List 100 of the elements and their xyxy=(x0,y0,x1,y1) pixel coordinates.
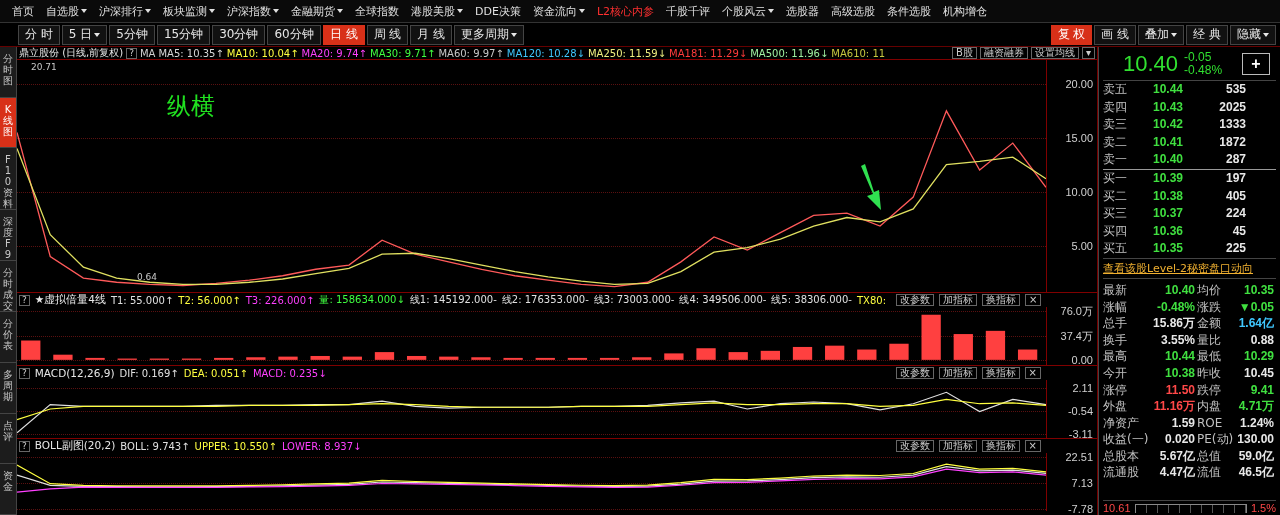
volume-bar xyxy=(792,346,813,360)
caret-icon xyxy=(511,32,518,37)
indicator-title: ★虚拟倍量4线 xyxy=(34,293,106,307)
indicator-button[interactable]: 加指标 xyxy=(938,440,977,452)
bid-label: 买五 xyxy=(1103,240,1128,258)
chart-header-button[interactable]: B股 xyxy=(952,47,977,59)
menu-item[interactable]: 机构增仓 xyxy=(943,3,988,19)
ma-label: MA xyxy=(139,47,156,59)
indicator-button[interactable]: 换指标 xyxy=(981,367,1020,379)
ma-value: MA60: 9.97↑ xyxy=(438,47,504,59)
axis-label: 2.11 xyxy=(1072,381,1093,394)
stat-value: 3.55% xyxy=(1159,331,1196,349)
volume-bar xyxy=(889,343,909,360)
menu-item[interactable]: 沪深指数 xyxy=(227,3,279,19)
stat-label: 今开 xyxy=(1103,364,1128,382)
caret-icon xyxy=(273,9,279,13)
caret-icon xyxy=(1263,32,1269,37)
menu-item[interactable]: 条件选股 xyxy=(887,3,932,19)
volume-bar xyxy=(439,356,459,360)
indicator-value: LOWER: 8.937↓ xyxy=(281,440,362,452)
period-tab[interactable]: 更多周期 xyxy=(454,24,525,45)
chart-tool-button[interactable]: 叠加 xyxy=(1138,24,1185,45)
help-button[interactable]: ? xyxy=(19,367,30,379)
chart-tool-button[interactable]: 复 权 xyxy=(1050,24,1093,45)
stat-value: 10.45 xyxy=(1242,364,1275,382)
stat-label: 总值 xyxy=(1197,447,1222,465)
volume-bar xyxy=(1017,349,1038,360)
indicator-button[interactable]: 加指标 xyxy=(939,294,978,306)
indicator-value: T2: 56.000↑ xyxy=(178,294,241,306)
ma-value: MA5: 10.35↑ xyxy=(158,47,224,59)
indicator-button[interactable]: × xyxy=(1024,440,1041,452)
bid-price: 10.37 xyxy=(1153,205,1185,223)
stat-value: 1.64亿 xyxy=(1237,315,1275,332)
menu-item[interactable]: 千股千评 xyxy=(666,3,711,19)
help-button[interactable]: ? xyxy=(19,440,30,452)
stat-value: 10.35 xyxy=(1242,281,1275,299)
period-tab[interactable]: 60分钟 xyxy=(267,24,321,45)
indicator-value: MACD: 0.235↓ xyxy=(253,367,327,379)
chart-tool-button[interactable]: 画 线 xyxy=(1094,24,1137,45)
period-tab[interactable]: 15分钟 xyxy=(156,24,211,45)
menu-item[interactable]: 金融期货 xyxy=(291,3,343,19)
indicator-value: 线4: 349506.000- xyxy=(679,293,767,307)
chart-tool-button[interactable]: 经 典 xyxy=(1186,24,1228,45)
ask-volume: 2025 xyxy=(1218,98,1246,116)
indicator-button[interactable]: × xyxy=(1025,294,1042,306)
period-tab[interactable]: 日 线 xyxy=(322,24,365,45)
menu-item[interactable]: 自选股 xyxy=(46,3,87,19)
ask-volume: 287 xyxy=(1224,151,1246,169)
axis-label: 22.51 xyxy=(1065,451,1093,464)
stat-label: 量比 xyxy=(1197,331,1222,349)
indicator-button[interactable]: 改参数 xyxy=(895,440,934,452)
menu-item[interactable]: 板块监测 xyxy=(163,3,215,19)
ask-price: 10.42 xyxy=(1153,116,1185,134)
volume-bar xyxy=(985,330,1006,360)
period-tab[interactable]: 周 线 xyxy=(366,24,409,45)
menu-item[interactable]: 个股风云 xyxy=(722,3,775,19)
menu-item[interactable]: DDE决策 xyxy=(475,3,521,19)
stat-value: 10.44 xyxy=(1163,348,1196,365)
volume-bar xyxy=(342,356,362,360)
help-button[interactable]: ? xyxy=(126,47,137,59)
menu-item[interactable]: 高级选股 xyxy=(831,3,876,19)
indicator-button[interactable]: 换指标 xyxy=(981,440,1020,452)
chart-header-button[interactable]: 设置均线 xyxy=(1030,47,1079,59)
indicator-value: 线3: 73003.000- xyxy=(593,293,675,307)
period-tab[interactable]: 分 时 xyxy=(18,24,60,45)
stat-label: 最高 xyxy=(1103,348,1128,365)
ask-label: 卖四 xyxy=(1103,98,1128,116)
chart-header-button[interactable]: ▾ xyxy=(1081,47,1095,59)
period-tab[interactable]: 5 日 xyxy=(61,24,108,45)
caret-icon xyxy=(81,9,87,13)
indicator-button[interactable]: 加指标 xyxy=(938,367,977,379)
volume-bar xyxy=(278,356,298,360)
chart-header-button[interactable]: 融资融券 xyxy=(979,47,1028,59)
indicator-button[interactable]: 改参数 xyxy=(896,294,935,306)
footer-value: 10.61 xyxy=(1103,502,1131,514)
menu-item[interactable]: 首页 xyxy=(12,3,34,19)
menu-item[interactable]: 沪深排行 xyxy=(99,3,151,19)
stat-label: 涨停 xyxy=(1103,381,1128,399)
menu-item[interactable]: 港股美股 xyxy=(411,3,463,19)
period-tab[interactable]: 30分钟 xyxy=(212,24,266,45)
menu-item[interactable]: 选股器 xyxy=(786,3,820,19)
menu-item[interactable]: 资金流向 xyxy=(532,3,585,19)
period-tab[interactable]: 5分钟 xyxy=(109,24,155,45)
menu-item[interactable]: 全球指数 xyxy=(355,3,399,19)
period-tab[interactable]: 月 线 xyxy=(410,24,453,45)
add-button[interactable]: + xyxy=(1242,52,1270,75)
help-button[interactable]: ? xyxy=(19,294,30,306)
side-tab[interactable]: K线图 xyxy=(0,97,16,149)
volume-bar xyxy=(471,357,491,360)
volume-bar xyxy=(310,356,330,360)
menu-item[interactable]: L2核心内参 xyxy=(596,3,655,19)
level2-link[interactable]: 查看该股Level-2秘密盘口动向 xyxy=(1103,257,1276,279)
stat-label: 最低 xyxy=(1197,348,1222,365)
chart-tool-button[interactable]: 隐藏 xyxy=(1230,24,1276,45)
indicator-button[interactable]: 换指标 xyxy=(982,294,1021,306)
indicator-button[interactable]: 改参数 xyxy=(895,367,934,379)
volume-bar xyxy=(599,357,620,360)
ma-value: MA20: 9.74↑ xyxy=(301,47,367,59)
stat-value: ▼0.05 xyxy=(1237,298,1275,316)
indicator-button[interactable]: × xyxy=(1024,367,1041,379)
